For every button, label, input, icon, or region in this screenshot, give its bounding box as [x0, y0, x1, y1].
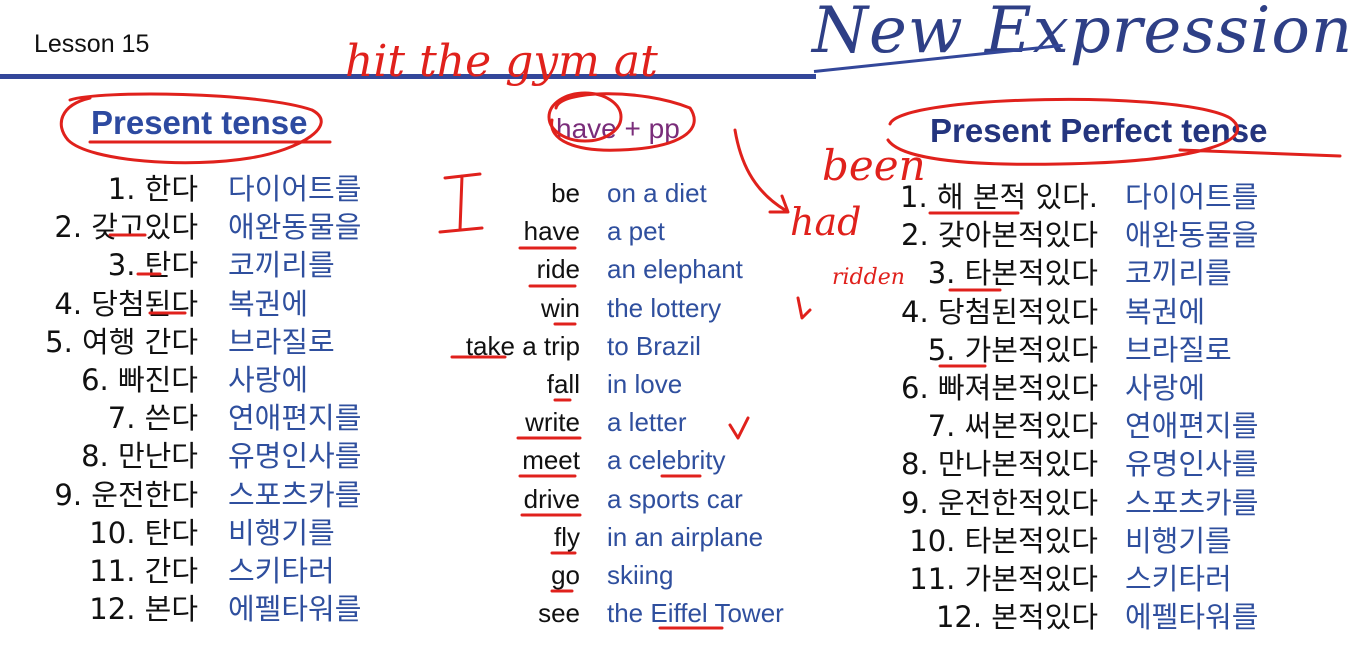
perfect-verb: 9. 운전한적있다 — [901, 485, 1098, 520]
perfect-verb: 12. 본적있다 — [935, 600, 1098, 635]
perfect-verb: 10. 타본적있다 — [909, 523, 1098, 558]
present-tense-heading: Present tense — [91, 104, 308, 141]
perfect-verb: 2. 갖아본적있다 — [901, 218, 1098, 253]
perfect-object: 복권에 — [1125, 294, 1206, 329]
english-object: in love — [607, 369, 683, 399]
present-verb: 12. 본다 — [89, 592, 198, 627]
header-rule — [0, 74, 816, 79]
arrow-to-had — [733, 128, 790, 214]
perfect-object: 브라질로 — [1125, 332, 1232, 367]
english-verb: be — [551, 178, 580, 208]
english-object: to Brazil — [607, 330, 701, 361]
english-object: a celebrity — [607, 445, 726, 476]
present-verb: 11. 간다 — [89, 554, 198, 588]
english-verb: fall — [546, 369, 580, 399]
english-verb: write — [525, 407, 580, 438]
english-verb: ride — [536, 254, 580, 285]
perfect-object: 코끼리를 — [1125, 256, 1232, 291]
english-object: in an airplane — [607, 521, 764, 552]
english-verb: take a trip — [465, 330, 580, 361]
perfect-object: 비행기를 — [1125, 523, 1232, 558]
english-verb: fly — [554, 521, 580, 552]
lesson-label: Lesson 15 — [34, 30, 150, 58]
brand-title: New Expressions — [812, 0, 1351, 68]
present-object: 에펠타워를 — [228, 592, 362, 627]
english-verb: have — [523, 216, 580, 247]
present-verb: 10. 탄다 — [89, 515, 198, 550]
english-object: skiing — [607, 560, 674, 590]
present-object: 유명인사를 — [228, 439, 362, 474]
present-verb: 2. 갖고있다 — [54, 210, 198, 245]
present-verb: 6. 빠진다 — [81, 363, 198, 397]
perfect-object: 스키타러 — [1125, 562, 1232, 596]
present-verb: 1. 한다 — [107, 172, 198, 206]
perfect-object: 스포츠카를 — [1125, 485, 1259, 520]
perfect-verb: 8. 만나본적있다 — [901, 447, 1098, 482]
perfect-object: 연애편지를 — [1125, 409, 1259, 444]
present-object: 다이어트를 — [228, 172, 362, 206]
present-perfect-heading: Present Perfect tense — [930, 112, 1268, 149]
perfect-verb: 5. 가본적있다 — [927, 332, 1098, 367]
present-object: 비행기를 — [228, 515, 335, 550]
present-object: 애완동물을 — [228, 210, 362, 245]
present-verb: 9. 운전한다 — [54, 477, 198, 512]
present-verb: 5. 여행 간다 — [45, 324, 198, 359]
perfect-verb: 6. 빠져본적있다 — [901, 371, 1098, 405]
present-verb: 4. 당첨된다 — [54, 286, 198, 321]
english-object: a sports car — [607, 483, 743, 514]
english-object: an elephant — [607, 254, 743, 285]
perfect-object: 유명인사를 — [1125, 447, 1259, 482]
present-object: 복권에 — [228, 286, 309, 321]
perfect-verb: 3. 타본적있다 — [927, 256, 1098, 291]
english-verb: drive — [523, 483, 580, 514]
perfect-verb: 7. 써본적있다 — [927, 409, 1098, 444]
english-verb: meet — [522, 445, 580, 476]
check-write — [728, 416, 750, 440]
present-verb: 3. 탄다 — [107, 248, 198, 283]
english-verb: win — [540, 292, 580, 323]
perfect-verb: 11. 가본적있다 — [909, 562, 1098, 596]
present-object: 사랑에 — [228, 363, 309, 397]
present-object: 브라질로 — [228, 324, 335, 359]
english-verb: see — [538, 598, 580, 629]
english-object: a letter — [607, 407, 687, 438]
perfect-object: 다이어트를 — [1125, 180, 1259, 214]
present-verb: 8. 만난다 — [81, 439, 198, 474]
present-object: 코끼리를 — [228, 248, 335, 283]
handwriting-hit-the-gym: hit the gym at — [345, 36, 658, 87]
english-object: the Eiffel Tower — [607, 598, 784, 629]
perfect-object: 사랑에 — [1125, 371, 1206, 405]
perfect-verb: 4. 당첨된적있다 — [901, 294, 1098, 329]
present-object: 스키타러 — [228, 554, 335, 588]
present-object: 연애편지를 — [228, 401, 362, 436]
english-verb: go — [551, 560, 580, 590]
present-object: 스포츠카를 — [228, 477, 362, 512]
english-object: the lottery — [607, 292, 722, 323]
english-object: a pet — [607, 216, 665, 247]
perfect-object: 애완동물을 — [1125, 218, 1259, 253]
english-object: on a diet — [607, 178, 707, 208]
have-pp-heading: have + pp — [556, 113, 680, 144]
tick-win — [796, 296, 812, 320]
perfect-verb: 1. 해 본적 있다. — [900, 180, 1098, 214]
present-verb: 7. 쓴다 — [107, 401, 198, 436]
perfect-object: 에펠타워를 — [1125, 600, 1259, 635]
